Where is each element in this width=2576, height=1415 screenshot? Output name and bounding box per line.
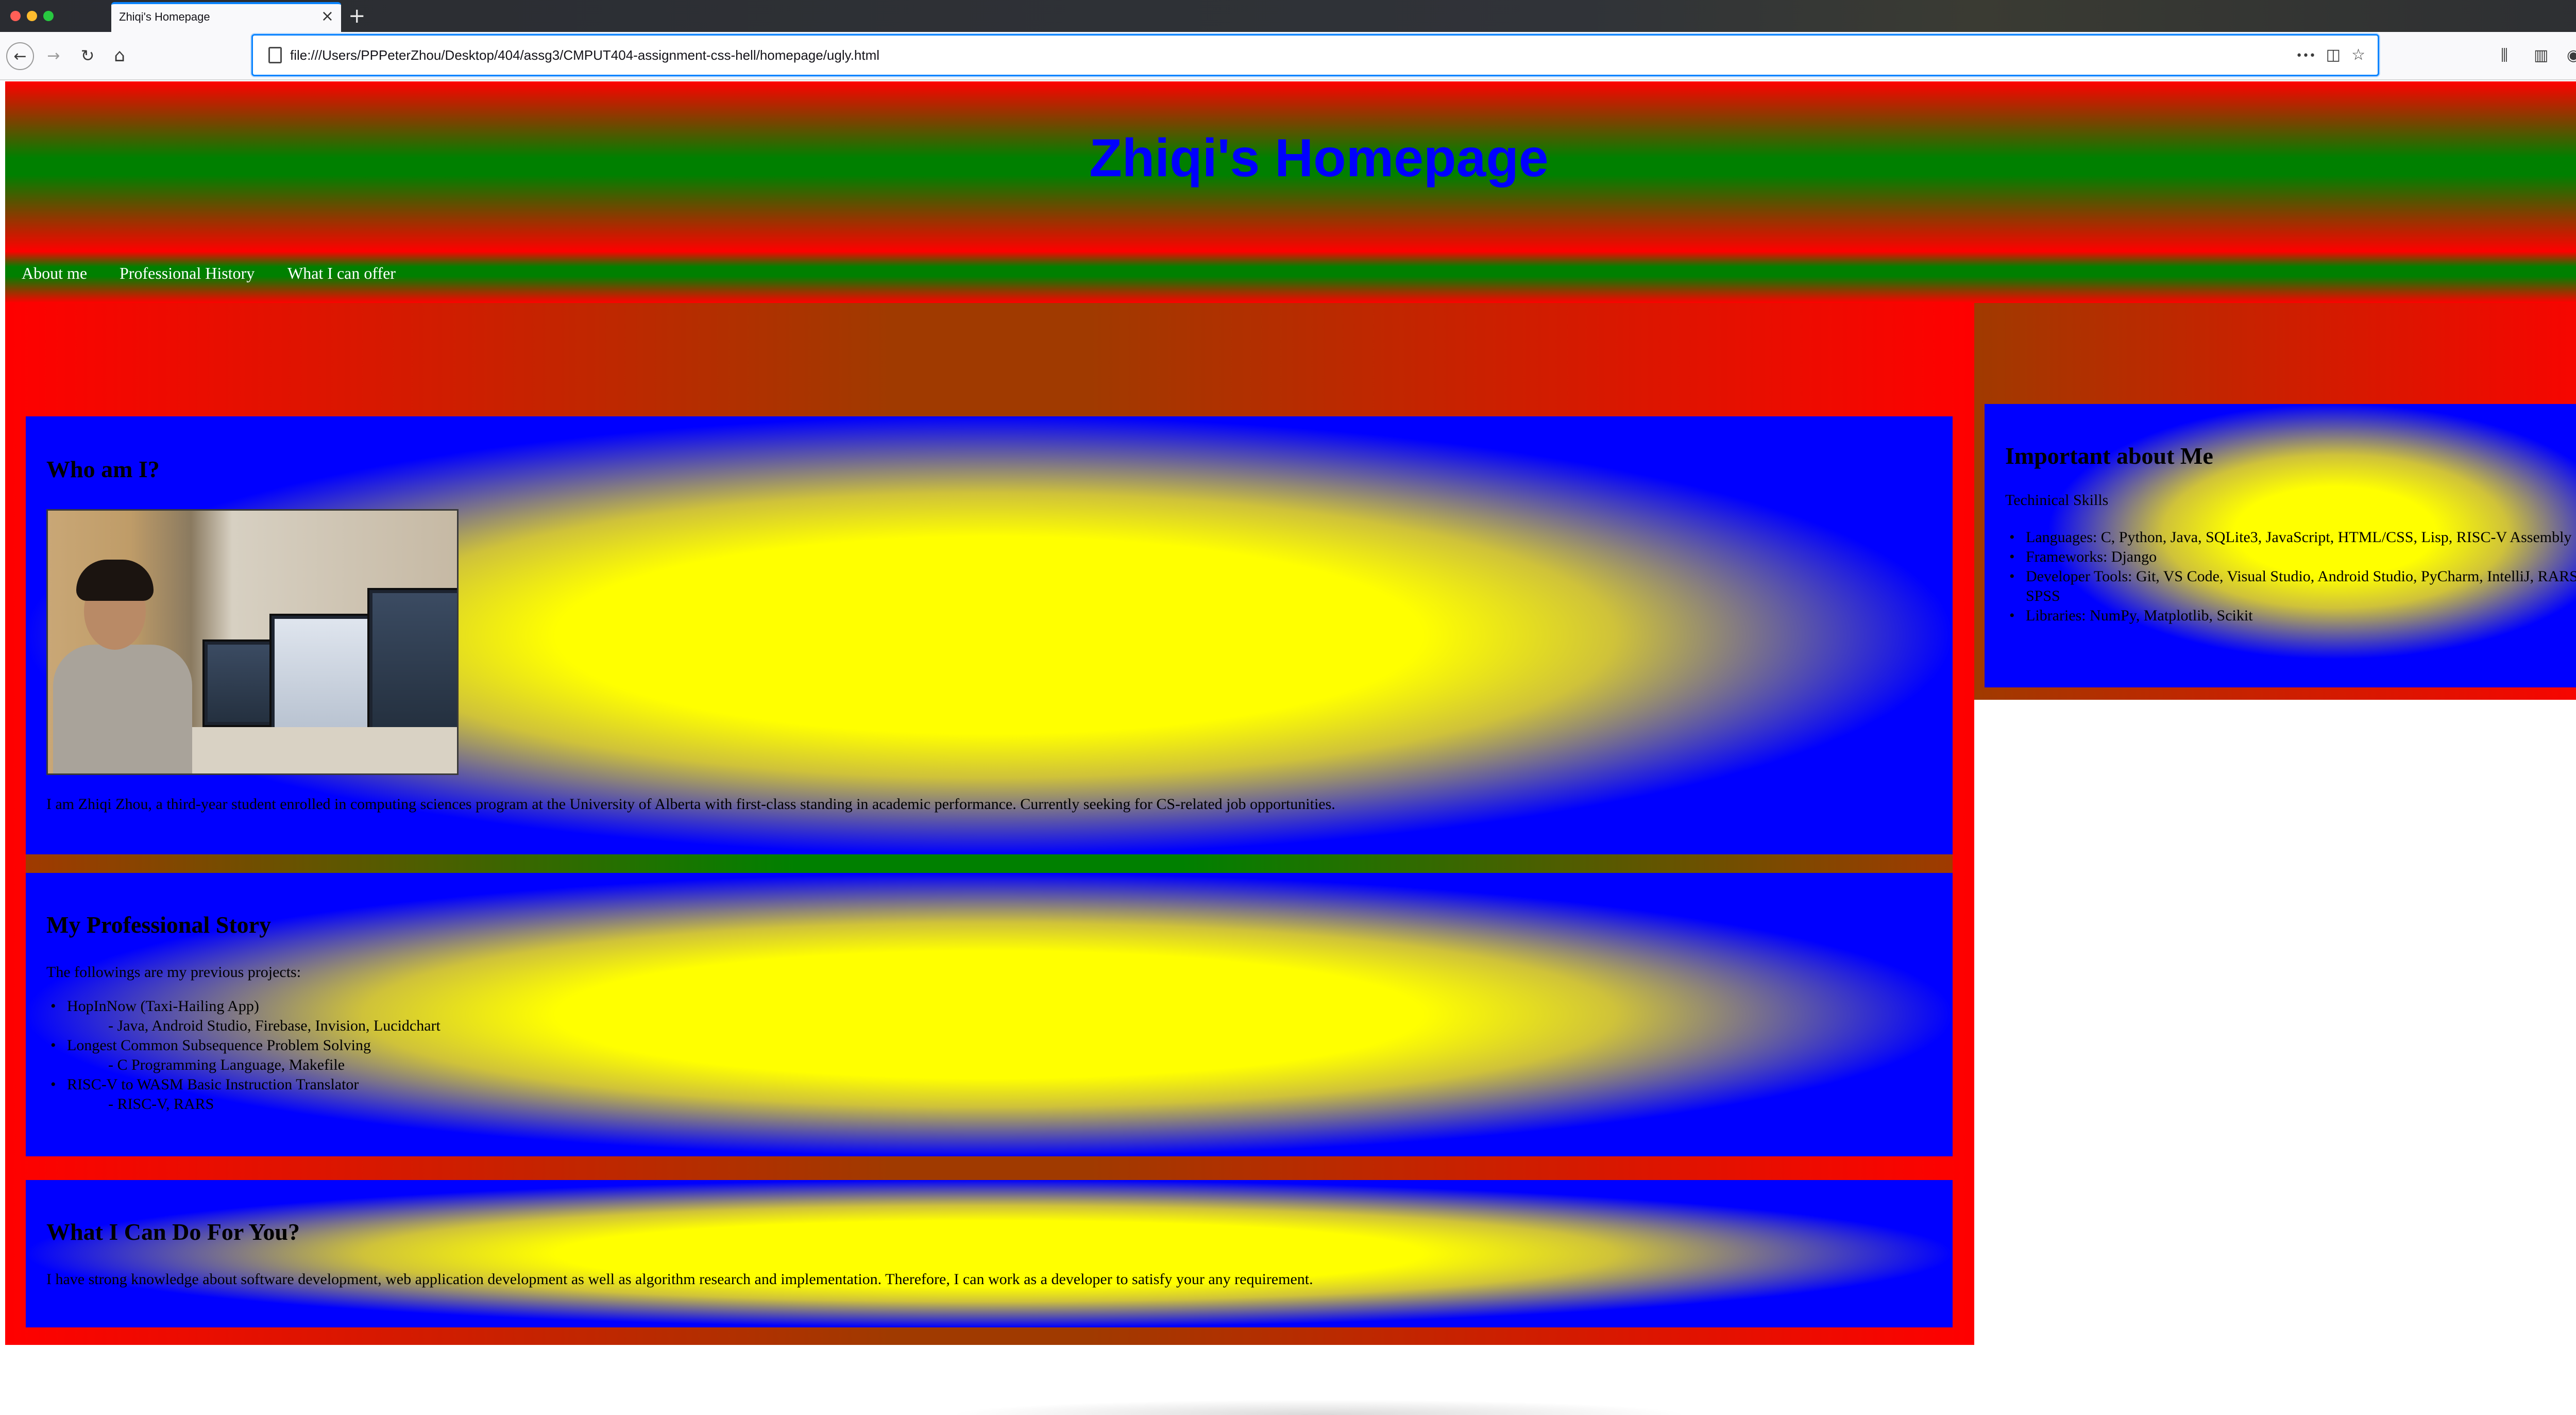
photo-person-body: [53, 645, 192, 773]
sidebar-icon[interactable]: ▥: [2534, 43, 2548, 68]
skill-text: Developer Tools: Git, VS Code, Visual St…: [2026, 568, 2576, 604]
site-navigation: About me Professional History What I can…: [5, 251, 2576, 303]
photo-monitor-right: [367, 588, 457, 732]
project-name: HopInNow (Taxi-Hailing App): [67, 998, 259, 1015]
list-item: • Longest Common Subsequence Problem Solv…: [50, 1037, 371, 1054]
profile-photo: [46, 509, 459, 775]
address-bar[interactable]: file:///Users/PPPeterZhou/Desktop/404/as…: [251, 34, 2379, 76]
reload-icon: ↻: [80, 46, 95, 65]
maximize-window-button[interactable]: [43, 11, 54, 21]
offer-text: I have strong knowledge about software d…: [46, 1271, 1313, 1288]
navigation-toolbar: ← → ↻ ⌂ file:///Users/PPPeterZhou/Deskto…: [0, 32, 2576, 80]
page-icon: [268, 47, 282, 63]
close-tab-icon[interactable]: ×: [321, 6, 334, 27]
story-heading: My Professional Story: [46, 912, 272, 938]
tab-title: Zhiqi's Homepage: [119, 10, 210, 23]
back-button[interactable]: ←: [6, 42, 34, 70]
forward-button[interactable]: →: [41, 43, 66, 68]
page-actions-icon[interactable]: •••: [2296, 46, 2316, 66]
section-divider: [26, 854, 1953, 873]
page-title: Zhiqi's Homepage: [1089, 128, 1549, 188]
about-heading: Who am I?: [46, 456, 160, 482]
list-item: • Libraries: NumPy, Matplotlib, Scikit: [2009, 607, 2253, 624]
page-header: Zhiqi's Homepage: [5, 81, 2576, 251]
skills-list: • Languages: C, Python, Java, SQLite3, Ja…: [1985, 528, 2576, 626]
new-tab-icon[interactable]: +: [348, 4, 366, 28]
important-section: Important about Me Techinical Skills • La…: [1985, 404, 2576, 687]
close-window-button[interactable]: [10, 11, 21, 21]
bookmark-star-icon[interactable]: ☆: [2351, 45, 2365, 65]
photo-person-hair: [76, 560, 154, 601]
web-page: Zhiqi's Homepage About me Professional H…: [0, 81, 2576, 1415]
home-button[interactable]: ⌂: [107, 43, 132, 68]
important-heading: Important about Me: [2005, 443, 2213, 469]
story-intro: The followings are my previous projects:: [46, 964, 301, 981]
scroll-shadow: [953, 1400, 1685, 1415]
project-tech: - C Programming Language, Makefile: [108, 1056, 345, 1073]
back-arrow-icon: ←: [13, 47, 27, 65]
tab-bar: Zhiqi's Homepage × +: [0, 0, 2576, 32]
account-icon[interactable]: ◉: [2567, 43, 2576, 68]
project-tech: - Java, Android Studio, Firebase, Invisi…: [108, 1017, 440, 1034]
project-tech: - RISC-V, RARS: [108, 1096, 214, 1113]
offer-section: What I Can Do For You? I have strong kno…: [26, 1180, 1953, 1327]
project-name: RISC-V to WASM Basic Instruction Transla…: [67, 1076, 359, 1093]
library-icon[interactable]: ⫼: [2501, 43, 2508, 68]
list-item: • Developer Tools: Git, VS Code, Visual S…: [1985, 567, 2576, 606]
sidebar: Important about Me Techinical Skills • La…: [1974, 303, 2576, 700]
skill-text: Libraries: NumPy, Matplotlib, Scikit: [2026, 607, 2253, 624]
reload-button[interactable]: ↻: [75, 43, 100, 68]
offer-heading: What I Can Do For You?: [46, 1219, 300, 1245]
project-name: Longest Common Subsequence Problem Solvi…: [67, 1037, 371, 1054]
skill-text: Frameworks: Django: [2026, 548, 2157, 565]
list-item: • Frameworks: Django: [2009, 548, 2157, 565]
story-section: My Professional Story The followings are…: [26, 873, 1953, 1156]
list-item: • HopInNow (Taxi-Hailing App): [50, 998, 259, 1015]
url-text[interactable]: file:///Users/PPPeterZhou/Desktop/404/as…: [290, 47, 879, 63]
about-bio: I am Zhiqi Zhou, a third-year student en…: [46, 796, 1335, 813]
main-content: Who am I? I am Zhiqi Zhou, a third-year …: [5, 303, 1974, 1345]
home-icon: ⌂: [114, 45, 125, 66]
pocket-icon[interactable]: ◫: [2326, 45, 2341, 65]
photo-monitor-center: [269, 614, 383, 732]
nav-link-about[interactable]: About me: [22, 264, 87, 283]
photo-desk: [182, 727, 457, 773]
nav-link-professional-history[interactable]: Professional History: [120, 264, 255, 283]
nav-link-offer[interactable]: What I can offer: [287, 264, 396, 283]
browser-tab[interactable]: Zhiqi's Homepage ×: [111, 2, 341, 32]
forward-arrow-icon: →: [47, 46, 60, 65]
project-list: • HopInNow (Taxi-Hailing App) - Java, And…: [26, 997, 440, 1114]
skills-subheading: Techinical Skills: [2005, 492, 2109, 509]
minimize-window-button[interactable]: [27, 11, 37, 21]
list-item: • Languages: C, Python, Java, SQLite3, Ja…: [2009, 529, 2572, 546]
list-item: • RISC-V to WASM Basic Instruction Transl…: [50, 1076, 359, 1093]
skill-text: Languages: C, Python, Java, SQLite3, Jav…: [2026, 529, 2572, 546]
about-section: Who am I? I am Zhiqi Zhou, a third-year …: [26, 416, 1953, 854]
